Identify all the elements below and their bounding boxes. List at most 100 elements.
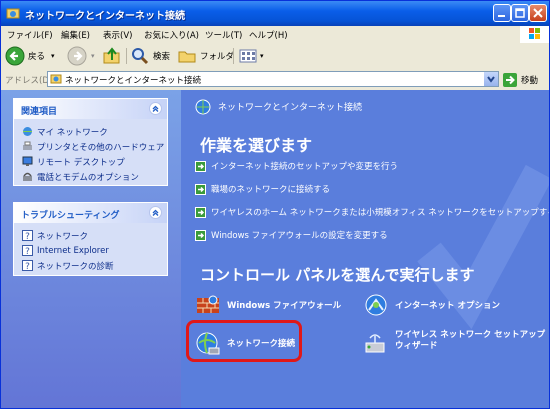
search-button[interactable]: 検索 xyxy=(130,46,170,66)
close-icon xyxy=(533,8,543,18)
folders-button[interactable]: フォルダ xyxy=(177,46,234,66)
svg-text:?: ? xyxy=(25,262,30,271)
views-button[interactable]: ▾ xyxy=(238,46,264,66)
up-folder-button[interactable] xyxy=(102,46,122,66)
sidebar-item-phone-modem[interactable]: 電話とモデムのオプション xyxy=(22,170,139,183)
minimize-button[interactable] xyxy=(493,4,511,22)
task-setup-wireless-network[interactable]: ワイヤレスのホーム ネットワークまたは小規模オフィス ネットワークをセットアップ… xyxy=(195,205,549,219)
back-label: 戻る xyxy=(28,52,46,62)
go-label: 移動 xyxy=(521,75,539,86)
forward-button[interactable]: ▾ xyxy=(67,46,95,66)
cp-item-label: Windows ファイアウォール xyxy=(227,301,342,311)
wireless-wizard-icon xyxy=(365,334,385,353)
remote-desktop-icon xyxy=(22,156,33,166)
window-title: ネットワークとインターネット接続 xyxy=(25,11,185,22)
address-dropdown-button[interactable] xyxy=(484,72,498,86)
sidebar-item-my-network[interactable]: マイ ネットワーク xyxy=(22,125,108,138)
go-button[interactable]: 移動 xyxy=(503,72,538,87)
network-globe-icon xyxy=(195,99,211,115)
chevron-up-icon xyxy=(152,209,159,216)
collapse-button[interactable] xyxy=(149,206,162,219)
minimize-icon xyxy=(498,15,505,17)
address-input[interactable]: ネットワークとインターネット接続 xyxy=(47,71,499,87)
explorer-window: ネットワークとインターネット接続 ファイル(F) 編集(E) 表示(V) お気に… xyxy=(0,0,550,409)
task-heading: 作業を選びます xyxy=(200,136,313,155)
address-label: アドレス(D) xyxy=(5,76,53,86)
sidebar-item-ie-help[interactable]: ? Internet Explorer xyxy=(22,244,109,257)
maximize-button[interactable] xyxy=(511,4,529,22)
sidebar-item-label: Internet Explorer xyxy=(37,245,109,256)
menu-tools[interactable]: ツール(T) xyxy=(205,29,242,41)
task-label: インターネット接続のセットアップや変更を行う xyxy=(211,162,399,172)
category-header: ネットワークとインターネット接続 xyxy=(193,96,362,116)
green-arrow-icon xyxy=(195,206,206,218)
sidebar-item-network-help[interactable]: ? ネットワーク xyxy=(22,229,88,242)
maximize-icon xyxy=(515,8,525,18)
related-topics-header[interactable]: 関連項目 xyxy=(14,99,167,119)
toolbar-separator xyxy=(126,48,127,64)
back-button[interactable]: 戻る ▾ xyxy=(5,46,55,66)
sidebar-item-network-diagnostics[interactable]: ? ネットワークの診断 xyxy=(22,259,114,272)
forward-arrow-icon xyxy=(67,46,87,66)
cp-internet-options[interactable]: インターネット オプション xyxy=(363,292,500,318)
troubleshooting-title: トラブルシューティング xyxy=(21,211,120,221)
toolbar: 戻る ▾ ▾ 検索 フォルダ ▾ xyxy=(1,43,549,70)
cp-wireless-setup-wizard[interactable]: ワイヤレス ネットワーク セットアップ ウィザード xyxy=(363,330,545,356)
chevron-up-icon xyxy=(152,105,159,112)
collapse-button[interactable] xyxy=(149,102,162,115)
cp-item-label: インターネット オプション xyxy=(395,301,500,311)
phone-modem-icon xyxy=(23,172,32,181)
svg-text:?: ? xyxy=(25,247,30,256)
address-bar: アドレス(D) ネットワークとインターネット接続 移動 xyxy=(1,69,549,91)
go-arrow-icon xyxy=(503,72,517,87)
menu-file[interactable]: ファイル(F) xyxy=(7,29,53,41)
task-pane: 関連項目 マイ ネットワーク プリンタとその他のハードウェア リモート デスクト… xyxy=(1,90,181,408)
sidebar-item-label: プリンタとその他のハードウェア xyxy=(37,142,165,153)
back-dropdown-icon[interactable]: ▾ xyxy=(51,52,55,60)
sidebar-item-label: 電話とモデムのオプション xyxy=(37,172,139,183)
troubleshooting-panel: トラブルシューティング ? ネットワーク ? Internet Explorer… xyxy=(13,202,168,276)
folders-label: フォルダ xyxy=(200,52,235,62)
sidebar-item-printers-hardware[interactable]: プリンタとその他のハードウェア xyxy=(22,140,164,153)
menu-bar: ファイル(F) 編集(E) 表示(V) お気に入り(A) ツール(T) ヘルプ(… xyxy=(1,26,549,44)
search-label: 検索 xyxy=(153,52,171,62)
menu-favorites[interactable]: お気に入り(A) xyxy=(144,29,199,41)
printer-icon xyxy=(23,141,32,150)
troubleshooting-header[interactable]: トラブルシューティング xyxy=(14,203,167,223)
menu-help[interactable]: ヘルプ(H) xyxy=(249,29,288,41)
menu-view[interactable]: 表示(V) xyxy=(103,29,132,41)
help-icon: ? xyxy=(22,230,33,241)
cp-windows-firewall[interactable]: Windows ファイアウォール xyxy=(195,292,341,318)
windows-flag-icon xyxy=(529,28,540,39)
address-value: ネットワークとインターネット接続 xyxy=(65,76,202,86)
highlight-box xyxy=(186,320,302,362)
related-topics-panel: 関連項目 マイ ネットワーク プリンタとその他のハードウェア リモート デスクト… xyxy=(13,98,168,186)
sidebar-item-label: ネットワークの診断 xyxy=(37,261,114,272)
internet-options-icon xyxy=(365,294,387,316)
search-icon xyxy=(132,48,149,65)
sidebar-item-label: ネットワーク xyxy=(37,231,89,242)
forward-dropdown-icon[interactable]: ▾ xyxy=(91,52,95,60)
menu-edit[interactable]: 編集(E) xyxy=(61,29,90,41)
task-connect-workplace[interactable]: 職場のネットワークに接続する xyxy=(195,182,330,196)
toolbar-separator xyxy=(233,48,234,64)
cp-item-label: ワイヤレス ネットワーク セットアップ xyxy=(395,330,546,340)
sidebar-item-remote-desktop[interactable]: リモート デスクトップ xyxy=(22,155,125,168)
task-setup-internet[interactable]: インターネット接続のセットアップや変更を行う xyxy=(195,159,398,173)
category-header-title: ネットワークとインターネット接続 xyxy=(218,102,363,113)
task-label: Windows ファイアウォールの設定を変更する xyxy=(211,231,388,241)
title-bar[interactable]: ネットワークとインターネット接続 xyxy=(1,1,549,26)
back-arrow-icon xyxy=(5,46,25,66)
windows-logo xyxy=(520,26,549,43)
firewall-icon xyxy=(197,295,219,313)
views-dropdown-icon[interactable]: ▾ xyxy=(260,52,264,60)
cp-item-label-line2: ウィザード xyxy=(395,341,438,351)
folder-icon xyxy=(178,51,196,63)
close-button[interactable] xyxy=(529,4,547,22)
network-folder-icon xyxy=(6,8,20,19)
task-firewall-settings[interactable]: Windows ファイアウォールの設定を変更する xyxy=(195,228,388,242)
help-icon: ? xyxy=(22,260,33,271)
control-panel-heading: コントロール パネルを選んで実行します xyxy=(200,266,475,284)
svg-text:?: ? xyxy=(25,232,30,241)
related-topics-title: 関連項目 xyxy=(21,107,58,117)
